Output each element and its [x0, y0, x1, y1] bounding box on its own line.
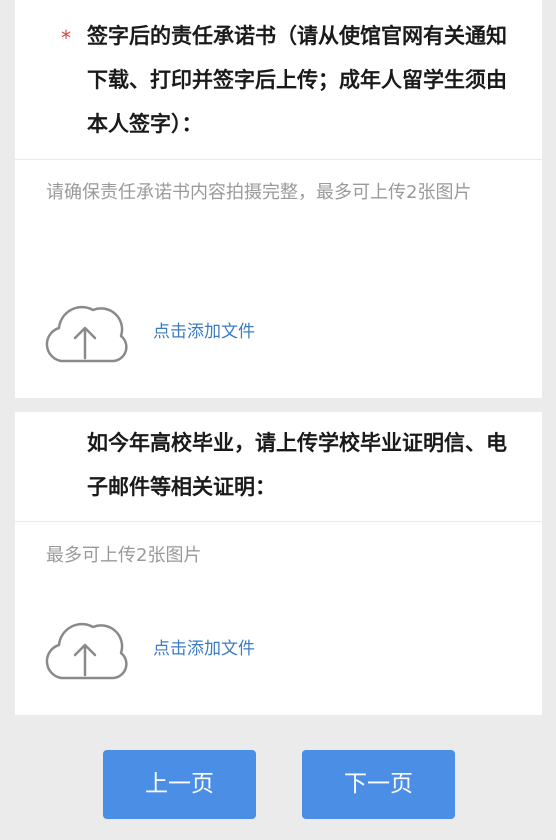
graduation-proof-card: 如今年高校毕业，请上传学校毕业证明信、电子邮件等相关证明： 最多可上传2张图片 … [15, 412, 542, 715]
cloud-upload-icon [45, 305, 128, 363]
previous-page-button[interactable]: 上一页 [103, 750, 256, 819]
commitment-letter-hint: 请确保责任承诺书内容拍摄完整，最多可上传2张图片 [46, 182, 472, 203]
divider [15, 521, 542, 522]
graduation-proof-upload-button[interactable]: 点击添加文件 [39, 617, 319, 681]
cloud-upload-icon [45, 622, 128, 680]
commitment-letter-upload-button[interactable]: 点击添加文件 [39, 300, 319, 364]
graduation-proof-question: 如今年高校毕业，请上传学校毕业证明信、电子邮件等相关证明： [87, 431, 507, 499]
upload-label[interactable]: 点击添加文件 [153, 637, 255, 661]
graduation-proof-hint: 最多可上传2张图片 [46, 545, 202, 566]
divider [15, 159, 542, 160]
upload-label[interactable]: 点击添加文件 [153, 320, 255, 344]
required-mark: * [61, 26, 71, 50]
commitment-letter-question: 签字后的责任承诺书（请从使馆官网有关通知下载、打印并签字后上传；成年人留学生须由… [87, 24, 507, 136]
commitment-letter-card: * 签字后的责任承诺书（请从使馆官网有关通知下载、打印并签字后上传；成年人留学生… [15, 0, 542, 398]
next-page-button[interactable]: 下一页 [302, 750, 455, 819]
